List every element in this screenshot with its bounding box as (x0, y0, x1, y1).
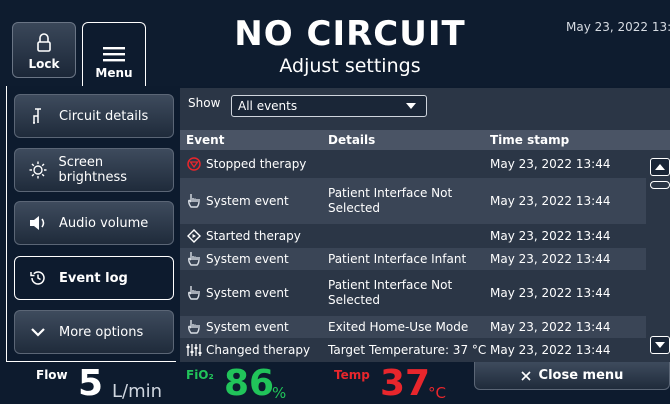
sidebar-item-circuit-details[interactable]: Circuit details (14, 94, 174, 138)
chevron-down-icon (27, 326, 49, 338)
sidebar-item-more-options[interactable]: More options (14, 310, 174, 354)
event-details: Patient Interface Infant (328, 251, 467, 266)
event-details (328, 224, 488, 248)
dropdown-caret-icon (406, 103, 416, 109)
table-row[interactable]: System event Exited Home-Use Mode May 23… (180, 316, 646, 338)
fio2-label: FiO₂ (186, 368, 214, 382)
diamond-icon (186, 229, 202, 243)
event-name: System event (206, 252, 289, 266)
hand-icon (186, 319, 202, 335)
hamburger-icon (103, 47, 125, 62)
table-row[interactable]: Started therapy May 23, 2022 13:44 (180, 224, 646, 248)
speaker-icon (27, 215, 49, 231)
adjust-icon (186, 343, 202, 357)
close-menu-button[interactable]: Close menu (474, 362, 670, 390)
hand-icon (186, 285, 202, 301)
event-name: System event (206, 286, 289, 300)
triangle-up-icon (655, 164, 665, 170)
hand-icon (186, 251, 202, 267)
event-details: Target Temperature: 37 °C (328, 342, 487, 357)
event-details: Patient Interface Not Selected (328, 186, 453, 215)
table-header: Event Details Time stamp (180, 130, 670, 150)
event-name: Started therapy (206, 229, 301, 243)
scroll-up-button[interactable] (650, 158, 670, 176)
history-icon (27, 269, 49, 287)
event-timestamp: May 23, 2022 13:44 (490, 320, 611, 334)
event-timestamp: May 23, 2022 13:44 (490, 229, 611, 243)
column-header-time-stamp: Time stamp (490, 133, 570, 147)
table-row[interactable]: System event Patient Interface Not Selec… (180, 178, 646, 224)
table-row[interactable]: Changed therapy Target Temperature: 37 °… (180, 338, 646, 362)
column-header-details: Details (328, 133, 376, 147)
lock-icon (37, 33, 51, 52)
scrollbar[interactable] (646, 150, 670, 362)
page-subtitle: Adjust settings (279, 55, 421, 77)
fio2-value: 86 (224, 363, 275, 404)
event-timestamp: May 23, 2022 13:44 (490, 157, 611, 171)
sidebar-item-label: Screen brightness (58, 155, 128, 185)
hand-icon (186, 193, 202, 209)
sidebar-item-label: Circuit details (59, 108, 149, 124)
sidebar-item-audio-volume[interactable]: Audio volume (14, 201, 174, 245)
close-menu-label: Close menu (538, 368, 624, 383)
event-name: Changed therapy (206, 343, 311, 357)
event-timestamp: May 23, 2022 13:44 (490, 343, 611, 357)
temp-value: 37 (380, 363, 431, 404)
circuit-icon (27, 107, 49, 125)
sidebar-item-event-log[interactable]: Event log (14, 256, 174, 300)
table-row[interactable]: System event Patient Interface Not Selec… (180, 270, 646, 316)
brightness-icon (27, 161, 48, 179)
sidebar-item-label: More options (59, 324, 144, 340)
scroll-down-button[interactable] (650, 336, 670, 354)
lock-label: Lock (28, 57, 60, 71)
event-filter-value: All events (238, 99, 298, 113)
sidebar-item-label: Audio volume (59, 215, 149, 231)
flow-value: 5 (78, 363, 104, 404)
show-label: Show (188, 96, 221, 110)
triangle-down-icon (655, 342, 665, 348)
menu-button[interactable]: Menu (82, 22, 146, 86)
event-details: Exited Home-Use Mode (328, 319, 469, 334)
column-header-event: Event (186, 133, 225, 147)
event-filter-select[interactable]: All events (231, 95, 427, 117)
event-details: Patient Interface Not Selected (328, 278, 453, 307)
temp-label: Temp (334, 368, 370, 382)
sidebar-item-label: Event log (59, 270, 128, 286)
table-row[interactable]: Stopped therapy May 23, 2022 13:44 (180, 150, 646, 178)
scroll-thumb[interactable] (650, 181, 670, 189)
menu-label: Menu (95, 66, 133, 80)
flow-label: Flow (36, 368, 68, 382)
event-timestamp: May 23, 2022 13:44 (490, 252, 611, 266)
event-name: System event (206, 320, 289, 334)
datetime: May 23, 2022 13:44 (566, 20, 670, 34)
temp-unit: °C (428, 384, 446, 402)
page-title: NO CIRCUIT (234, 14, 466, 54)
lock-button[interactable]: Lock (12, 22, 76, 78)
event-name: System event (206, 194, 289, 208)
table-row[interactable]: System event Patient Interface Infant Ma… (180, 248, 646, 270)
stop-icon (186, 157, 202, 171)
event-timestamp: May 23, 2022 13:44 (490, 194, 611, 208)
event-timestamp: May 23, 2022 13:44 (490, 286, 611, 300)
close-icon (520, 370, 531, 381)
event-name: Stopped therapy (206, 157, 307, 171)
event-details (328, 150, 488, 178)
fio2-unit: % (272, 384, 287, 402)
sidebar-item-screen-brightness[interactable]: Screen brightness (14, 148, 174, 192)
